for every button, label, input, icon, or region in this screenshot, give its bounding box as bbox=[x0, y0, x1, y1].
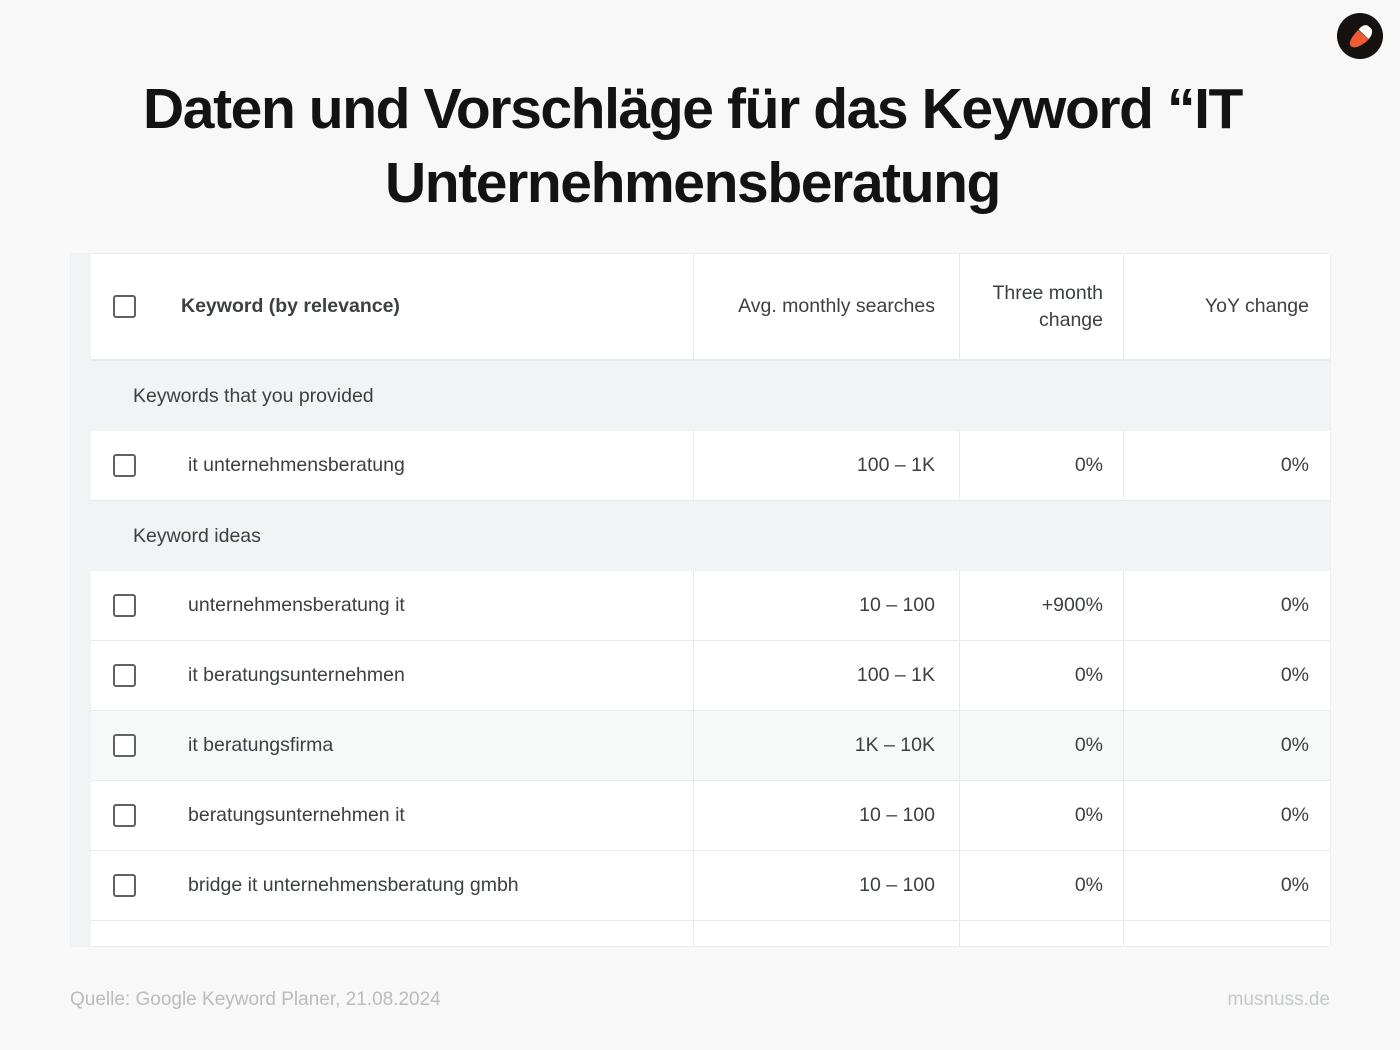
keyword-table: Keyword (by relevance) Avg. monthly sear… bbox=[91, 254, 1330, 946]
keyword-table-card: Keyword (by relevance) Avg. monthly sear… bbox=[70, 253, 1331, 947]
source-caption: Quelle: Google Keyword Planer, 21.08.202… bbox=[70, 989, 441, 1010]
row-cell-searches: 10 – 100 bbox=[693, 571, 959, 640]
row-cell-three-month-change: 0% bbox=[959, 711, 1123, 780]
row-checkbox[interactable] bbox=[113, 874, 136, 897]
table-header-row: Keyword (by relevance) Avg. monthly sear… bbox=[91, 254, 1330, 361]
row-cell-yoy-change: 0% bbox=[1123, 781, 1330, 850]
group-header-row: Keyword ideas bbox=[91, 501, 1330, 571]
header-label-yoy-change: YoY change bbox=[1204, 295, 1309, 317]
row-keyword-label: unternehmensberatung it bbox=[188, 594, 405, 616]
row-cell-yoy-change: 0% bbox=[1123, 571, 1330, 640]
row-cell-three-month-change: 0% bbox=[959, 431, 1123, 500]
row-cell-searches bbox=[693, 921, 959, 946]
row-cell-three-month-change: 0% bbox=[959, 641, 1123, 710]
row-keyword-label: it unternehmensberatung bbox=[188, 454, 405, 476]
table-row[interactable]: it beratungsfirma 1K – 10K 0% 0% bbox=[91, 711, 1330, 781]
site-watermark: musnuss.de bbox=[1227, 989, 1330, 1010]
page-title: Daten und Vorschläge für das Keyword “IT… bbox=[143, 77, 1243, 216]
row-cell-searches: 10 – 100 bbox=[693, 851, 959, 920]
table-left-gutter bbox=[71, 254, 91, 946]
row-keyword-label: beratungsunternehmen it bbox=[188, 804, 405, 826]
group-label: Keywords that you provided bbox=[133, 384, 374, 407]
row-cell-three-month-change: 0% bbox=[959, 781, 1123, 850]
row-cell-yoy-change: 0% bbox=[1123, 711, 1330, 780]
select-all-checkbox[interactable] bbox=[113, 295, 136, 318]
row-cell-keyword bbox=[91, 921, 693, 946]
row-cell-yoy-change: 0% bbox=[1123, 851, 1330, 920]
row-cell-yoy-change bbox=[1123, 921, 1330, 946]
row-cell-keyword: unternehmensberatung it bbox=[91, 571, 693, 640]
group-header-row: Keywords that you provided bbox=[91, 361, 1330, 431]
table-row[interactable]: it unternehmensberatung 100 – 1K 0% 0% bbox=[91, 431, 1330, 501]
row-cell-searches: 10 – 100 bbox=[693, 781, 959, 850]
row-checkbox[interactable] bbox=[113, 734, 136, 757]
row-cell-keyword: beratungsunternehmen it bbox=[91, 781, 693, 850]
row-cell-searches: 100 – 1K bbox=[693, 431, 959, 500]
row-cell-keyword: it beratungsfirma bbox=[91, 711, 693, 780]
row-checkbox[interactable] bbox=[113, 594, 136, 617]
group-label: Keyword ideas bbox=[133, 524, 261, 547]
row-checkbox[interactable] bbox=[113, 454, 136, 477]
row-checkbox[interactable] bbox=[113, 804, 136, 827]
row-cell-yoy-change: 0% bbox=[1123, 641, 1330, 710]
header-cell-three-month-change[interactable]: Three month change bbox=[959, 254, 1123, 359]
row-cell-three-month-change: +900% bbox=[959, 571, 1123, 640]
row-cell-searches: 1K – 10K bbox=[693, 711, 959, 780]
table-row[interactable]: unternehmensberatung it 10 – 100 +900% 0… bbox=[91, 571, 1330, 641]
row-cell-three-month-change: 0% bbox=[959, 851, 1123, 920]
table-row-partial bbox=[91, 921, 1330, 946]
row-cell-three-month-change bbox=[959, 921, 1123, 946]
row-cell-keyword: bridge it unternehmensberatung gmbh bbox=[91, 851, 693, 920]
row-keyword-label: bridge it unternehmensberatung gmbh bbox=[188, 874, 519, 896]
row-keyword-label: it beratungsfirma bbox=[188, 734, 334, 756]
page-root: Daten und Vorschläge für das Keyword “IT… bbox=[0, 0, 1400, 1050]
table-row[interactable]: bridge it unternehmensberatung gmbh 10 –… bbox=[91, 851, 1330, 921]
table-row[interactable]: it beratungsunternehmen 100 – 1K 0% 0% bbox=[91, 641, 1330, 711]
acorn-logo-icon bbox=[1337, 13, 1383, 59]
row-cell-keyword: it unternehmensberatung bbox=[91, 431, 693, 500]
table-row[interactable]: beratungsunternehmen it 10 – 100 0% 0% bbox=[91, 781, 1330, 851]
row-keyword-label: it beratungsunternehmen bbox=[188, 664, 405, 686]
header-cell-searches[interactable]: Avg. monthly searches bbox=[693, 254, 959, 359]
row-cell-searches: 100 – 1K bbox=[693, 641, 959, 710]
header-label-searches: Avg. monthly searches bbox=[738, 295, 935, 317]
header-label-keyword: Keyword (by relevance) bbox=[181, 295, 400, 317]
header-label-three-month-change: Three month change bbox=[992, 282, 1103, 331]
row-cell-keyword: it beratungsunternehmen bbox=[91, 641, 693, 710]
row-cell-yoy-change: 0% bbox=[1123, 431, 1330, 500]
row-checkbox[interactable] bbox=[113, 664, 136, 687]
header-cell-keyword: Keyword (by relevance) bbox=[91, 254, 693, 359]
header-cell-yoy-change[interactable]: YoY change bbox=[1123, 254, 1330, 359]
